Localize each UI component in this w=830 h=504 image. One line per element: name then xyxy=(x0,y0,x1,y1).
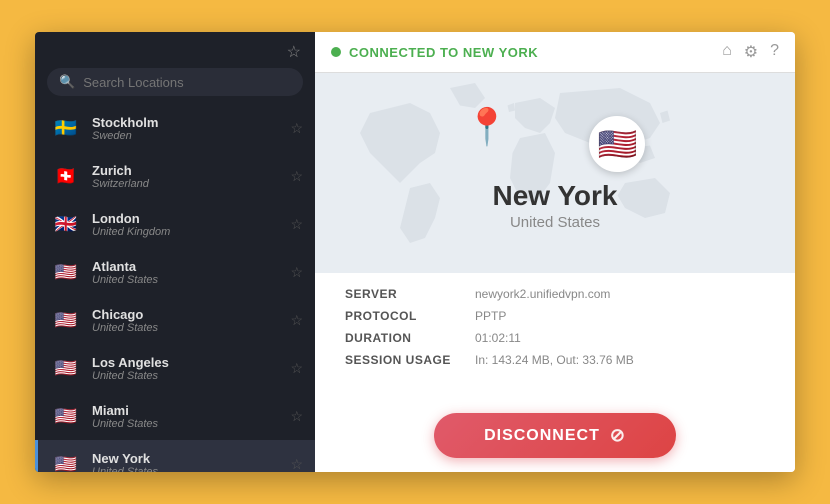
location-country-new-york: United States xyxy=(92,466,280,473)
star-btn-atlanta[interactable]: ☆ xyxy=(290,264,303,281)
location-name-miami: Miami xyxy=(92,403,280,418)
location-item-chicago[interactable]: 🇺🇸 Chicago United States ☆ xyxy=(35,296,315,344)
flag-los-angeles: 🇺🇸 xyxy=(50,352,82,384)
home-icon[interactable]: ⌂ xyxy=(722,42,732,62)
search-input[interactable] xyxy=(83,75,291,90)
duration-label: DURATION xyxy=(345,331,475,345)
location-item-zurich[interactable]: 🇨🇭 Zurich Switzerland ☆ xyxy=(35,152,315,200)
location-item-atlanta[interactable]: 🇺🇸 Atlanta United States ☆ xyxy=(35,248,315,296)
location-country-zurich: Switzerland xyxy=(92,178,280,190)
star-btn-new-york[interactable]: ☆ xyxy=(290,456,303,473)
app-window: ☆ 🔍 🇸🇪 Stockholm Sweden ☆ 🇨🇭 Zurich Swit… xyxy=(35,32,795,472)
disconnect-label: DISCONNECT xyxy=(484,427,600,445)
protocol-value: PPTP xyxy=(475,309,765,323)
map-country-subtitle: United States xyxy=(510,214,600,231)
location-item-new-york[interactable]: 🇺🇸 New York United States ☆ xyxy=(35,440,315,472)
location-name-zurich: Zurich xyxy=(92,163,280,178)
duration-value: 01:02:11 xyxy=(475,331,765,345)
location-name-london: London xyxy=(92,211,280,226)
sidebar-header: ☆ xyxy=(35,32,315,68)
location-name-atlanta: Atlanta xyxy=(92,259,280,274)
location-name-stockholm: Stockholm xyxy=(92,115,280,130)
flag-zurich: 🇨🇭 xyxy=(50,160,82,192)
map-pin-icon: 📍 xyxy=(465,106,510,148)
location-name-los-angeles: Los Angeles xyxy=(92,355,280,370)
star-btn-los-angeles[interactable]: ☆ xyxy=(290,360,303,377)
sidebar: ☆ 🔍 🇸🇪 Stockholm Sweden ☆ 🇨🇭 Zurich Swit… xyxy=(35,32,315,472)
connected-dot xyxy=(331,47,341,57)
star-btn-london[interactable]: ☆ xyxy=(290,216,303,233)
session-value: In: 143.24 MB, Out: 33.76 MB xyxy=(475,353,765,367)
settings-icon[interactable]: ⚙ xyxy=(744,42,758,62)
map-area: 📍 🇺🇸 New York United States xyxy=(315,73,795,273)
flag-stockholm: 🇸🇪 xyxy=(50,112,82,144)
location-item-los-angeles[interactable]: 🇺🇸 Los Angeles United States ☆ xyxy=(35,344,315,392)
star-btn-stockholm[interactable]: ☆ xyxy=(290,120,303,137)
location-country-los-angeles: United States xyxy=(92,370,280,382)
location-info-atlanta: Atlanta United States xyxy=(92,259,280,286)
location-name-new-york: New York xyxy=(92,451,280,466)
info-panel: SERVER newyork2.unifiedvpn.com PROTOCOL … xyxy=(315,273,795,472)
connected-badge: CONNECTED TO NEW YORK xyxy=(331,45,538,60)
location-info-los-angeles: Los Angeles United States xyxy=(92,355,280,382)
top-bar-icons: ⌂ ⚙ ? xyxy=(722,42,779,62)
map-overlay: 📍 🇺🇸 New York United States xyxy=(315,73,795,273)
help-icon[interactable]: ? xyxy=(770,42,779,62)
star-btn-miami[interactable]: ☆ xyxy=(290,408,303,425)
session-label: SESSION USAGE xyxy=(345,353,475,367)
search-icon: 🔍 xyxy=(59,74,75,90)
location-info-miami: Miami United States xyxy=(92,403,280,430)
flag-new-york: 🇺🇸 xyxy=(50,448,82,472)
location-info-chicago: Chicago United States xyxy=(92,307,280,334)
location-item-miami[interactable]: 🇺🇸 Miami United States ☆ xyxy=(35,392,315,440)
location-info-london: London United Kingdom xyxy=(92,211,280,238)
star-btn-zurich[interactable]: ☆ xyxy=(290,168,303,185)
main-content: CONNECTED TO NEW YORK ⌂ ⚙ ? xyxy=(315,32,795,472)
location-item-stockholm[interactable]: 🇸🇪 Stockholm Sweden ☆ xyxy=(35,104,315,152)
info-grid: SERVER newyork2.unifiedvpn.com PROTOCOL … xyxy=(345,287,765,367)
location-name-chicago: Chicago xyxy=(92,307,280,322)
top-bar: CONNECTED TO NEW YORK ⌂ ⚙ ? xyxy=(315,32,795,73)
server-value: newyork2.unifiedvpn.com xyxy=(475,287,765,301)
map-city-title: New York xyxy=(492,180,617,212)
location-country-chicago: United States xyxy=(92,322,280,334)
disconnect-button[interactable]: DISCONNECT ⊘ xyxy=(434,413,676,458)
location-info-zurich: Zurich Switzerland xyxy=(92,163,280,190)
search-container: 🔍 xyxy=(35,68,315,104)
location-item-london[interactable]: 🇬🇧 London United Kingdom ☆ xyxy=(35,200,315,248)
server-label: SERVER xyxy=(345,287,475,301)
flag-london: 🇬🇧 xyxy=(50,208,82,240)
location-country-london: United Kingdom xyxy=(92,226,280,238)
location-country-miami: United States xyxy=(92,418,280,430)
star-btn-chicago[interactable]: ☆ xyxy=(290,312,303,329)
protocol-label: PROTOCOL xyxy=(345,309,475,323)
location-flag-large: 🇺🇸 xyxy=(589,116,645,172)
flag-chicago: 🇺🇸 xyxy=(50,304,82,336)
disconnect-icon: ⊘ xyxy=(610,425,626,446)
connected-text: CONNECTED TO NEW YORK xyxy=(349,45,538,60)
flag-miami: 🇺🇸 xyxy=(50,400,82,432)
location-list: 🇸🇪 Stockholm Sweden ☆ 🇨🇭 Zurich Switzerl… xyxy=(35,104,315,472)
flag-atlanta: 🇺🇸 xyxy=(50,256,82,288)
favorites-icon[interactable]: ☆ xyxy=(287,42,301,62)
location-info-new-york: New York United States xyxy=(92,451,280,473)
location-country-stockholm: Sweden xyxy=(92,130,280,142)
map-icons-row: 📍 🇺🇸 xyxy=(465,116,646,172)
search-box: 🔍 xyxy=(47,68,303,96)
location-country-atlanta: United States xyxy=(92,274,280,286)
location-info-stockholm: Stockholm Sweden xyxy=(92,115,280,142)
